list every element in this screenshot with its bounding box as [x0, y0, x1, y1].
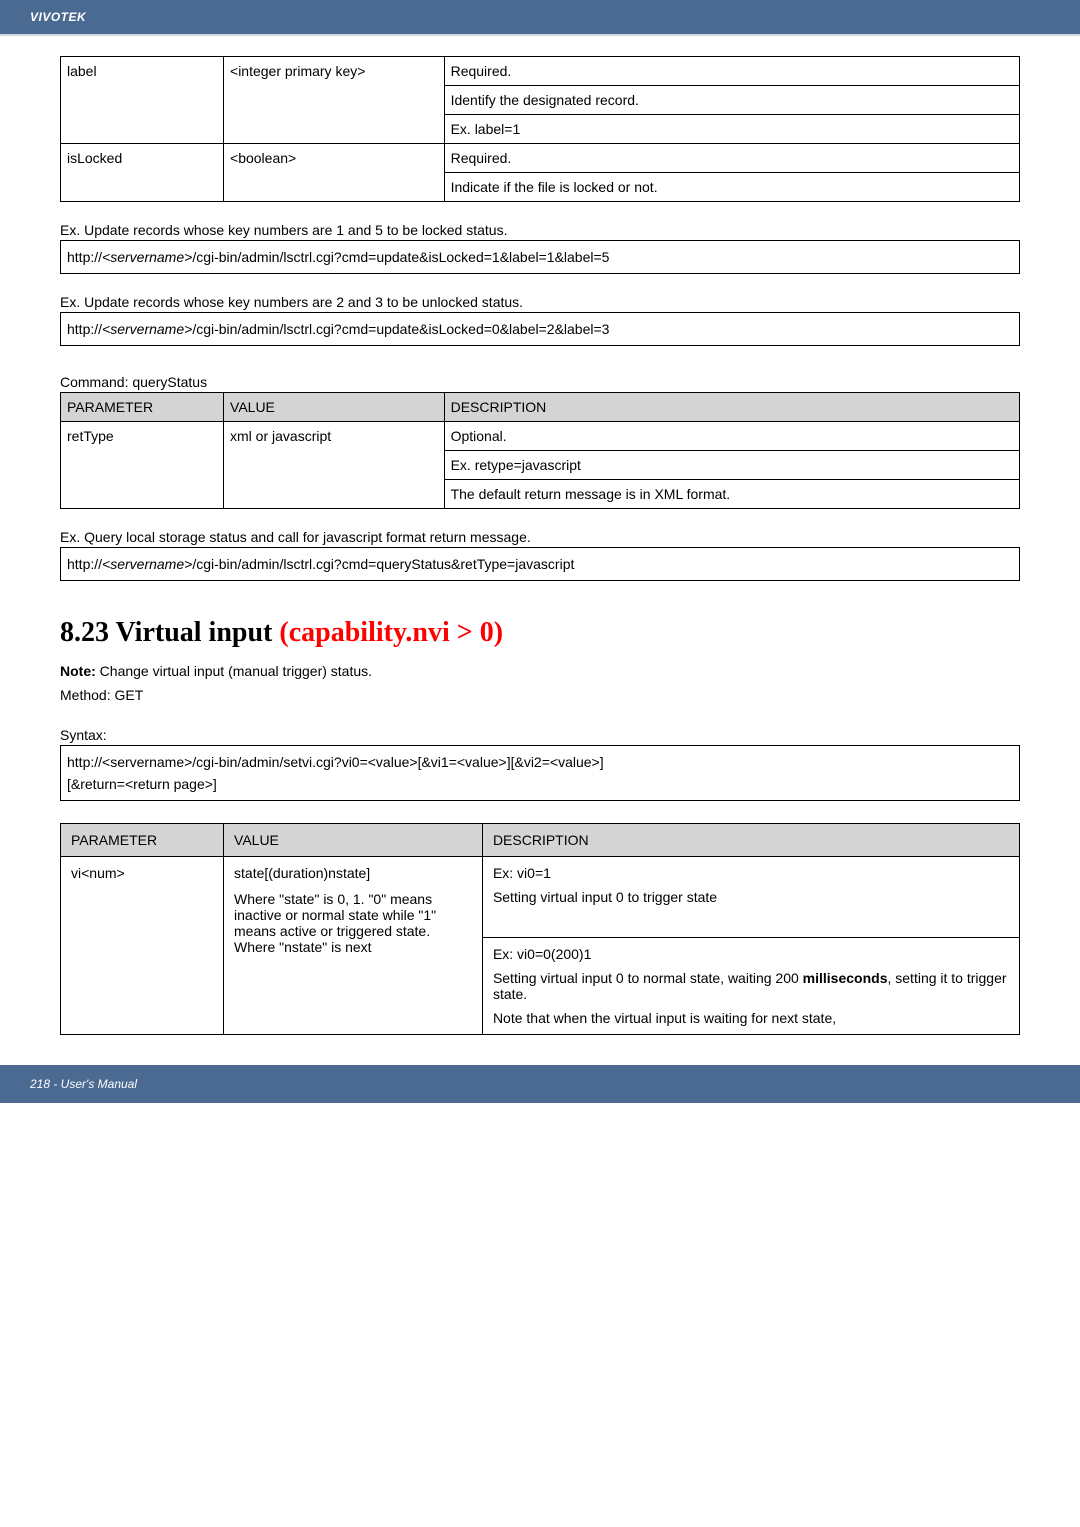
url-box-2: http://<servername>/cgi-bin/admin/lsctrl… — [60, 312, 1020, 346]
syntax-label: Syntax: — [60, 727, 1020, 743]
footer-text: 218 - User's Manual — [30, 1077, 137, 1091]
note-text: Change virtual input (manual trigger) st… — [96, 663, 372, 679]
cell-desc: Required. — [444, 57, 1019, 86]
url-prefix: http:// — [67, 321, 102, 337]
header-description: DESCRIPTION — [444, 393, 1019, 422]
url-prefix: http:// — [67, 556, 102, 572]
example-text-3: Ex. Query local storage status and call … — [60, 529, 1020, 545]
cell-param: isLocked — [61, 144, 224, 202]
cell-value: state[(duration)nstate] Where "state" is… — [224, 857, 483, 1035]
example-text-1: Ex. Update records whose key numbers are… — [60, 222, 1020, 238]
table-row: isLocked <boolean> Required. — [61, 144, 1020, 173]
table-header-row: PARAMETER VALUE DESCRIPTION — [61, 393, 1020, 422]
header-description: DESCRIPTION — [482, 824, 1019, 857]
cell-param: vi<num> — [61, 857, 224, 1035]
url-prefix: http:// — [67, 249, 102, 265]
desc-line: Setting virtual input 0 to trigger state — [493, 889, 1009, 905]
desc-line: Setting virtual input 0 to normal state,… — [493, 970, 1009, 1002]
cell-desc: The default return message is in XML for… — [444, 480, 1019, 509]
header-parameter: PARAMETER — [61, 824, 224, 857]
section-title: 8.23 Virtual input — [60, 617, 279, 648]
desc-line: Ex: vi0=1 — [493, 865, 1009, 881]
main-content: label <integer primary key> Required. Id… — [0, 36, 1080, 1065]
url-server: <servername> — [102, 321, 192, 337]
section-title-red: (capability.nvi > 0) — [279, 617, 503, 648]
cell-desc: Indicate if the file is locked or not. — [444, 173, 1019, 202]
value-line: state[(duration)nstate] — [234, 865, 472, 881]
cell-desc: Required. — [444, 144, 1019, 173]
method-line: Method: GET — [60, 687, 1020, 703]
desc-line: Note that when the virtual input is wait… — [493, 1010, 1009, 1026]
desc-line: Ex: vi0=0(200)1 — [493, 946, 1009, 962]
param-table-1: label <integer primary key> Required. Id… — [60, 56, 1020, 202]
note-label: Note: — [60, 663, 96, 679]
syntax-line-1: http://<servername>/cgi-bin/admin/setvi.… — [67, 754, 1013, 770]
header-value: VALUE — [224, 824, 483, 857]
table-row: label <integer primary key> Required. — [61, 57, 1020, 86]
cell-desc: Ex: vi0=0(200)1 Setting virtual input 0 … — [482, 938, 1019, 1035]
cell-desc: Ex. label=1 — [444, 115, 1019, 144]
syntax-line-2: [&return=<return page>] — [67, 776, 1013, 792]
cell-desc: Identify the designated record. — [444, 86, 1019, 115]
brand-label: VIVOTEK — [30, 10, 86, 24]
url-rest: /cgi-bin/admin/lsctrl.cgi?cmd=update&isL… — [192, 321, 609, 337]
value-line: Where "state" is 0, 1. "0" means inactiv… — [234, 891, 472, 955]
url-server: <servername> — [102, 249, 192, 265]
note-line: Note: Change virtual input (manual trigg… — [60, 663, 1020, 679]
cell-param: retType — [61, 422, 224, 509]
header-value: VALUE — [224, 393, 445, 422]
section-heading: 8.23 Virtual input (capability.nvi > 0) — [60, 617, 1020, 649]
param-table-2: PARAMETER VALUE DESCRIPTION retType xml … — [60, 392, 1020, 509]
example-text-2: Ex. Update records whose key numbers are… — [60, 294, 1020, 310]
url-box-3: http://<servername>/cgi-bin/admin/lsctrl… — [60, 547, 1020, 581]
url-rest: /cgi-bin/admin/lsctrl.cgi?cmd=queryStatu… — [192, 556, 574, 572]
cell-desc: Ex. retype=javascript — [444, 451, 1019, 480]
table-header-row: PARAMETER VALUE DESCRIPTION — [61, 824, 1020, 857]
table-row: retType xml or javascript Optional. — [61, 422, 1020, 451]
vi-table: PARAMETER VALUE DESCRIPTION vi<num> stat… — [60, 823, 1020, 1035]
footer-bar: 218 - User's Manual — [0, 1065, 1080, 1103]
cell-desc: Ex: vi0=1 Setting virtual input 0 to tri… — [482, 857, 1019, 938]
cell-value: xml or javascript — [224, 422, 445, 509]
command-label: Command: queryStatus — [60, 374, 1020, 390]
table-row: vi<num> state[(duration)nstate] Where "s… — [61, 857, 1020, 938]
url-box-1: http://<servername>/cgi-bin/admin/lsctrl… — [60, 240, 1020, 274]
url-rest: /cgi-bin/admin/lsctrl.cgi?cmd=update&isL… — [192, 249, 609, 265]
cell-param: label — [61, 57, 224, 144]
syntax-box: http://<servername>/cgi-bin/admin/setvi.… — [60, 745, 1020, 801]
header-bar: VIVOTEK — [0, 0, 1080, 34]
url-server: <servername> — [102, 556, 192, 572]
cell-desc: Optional. — [444, 422, 1019, 451]
cell-value: <boolean> — [224, 144, 445, 202]
header-parameter: PARAMETER — [61, 393, 224, 422]
cell-value: <integer primary key> — [224, 57, 445, 144]
